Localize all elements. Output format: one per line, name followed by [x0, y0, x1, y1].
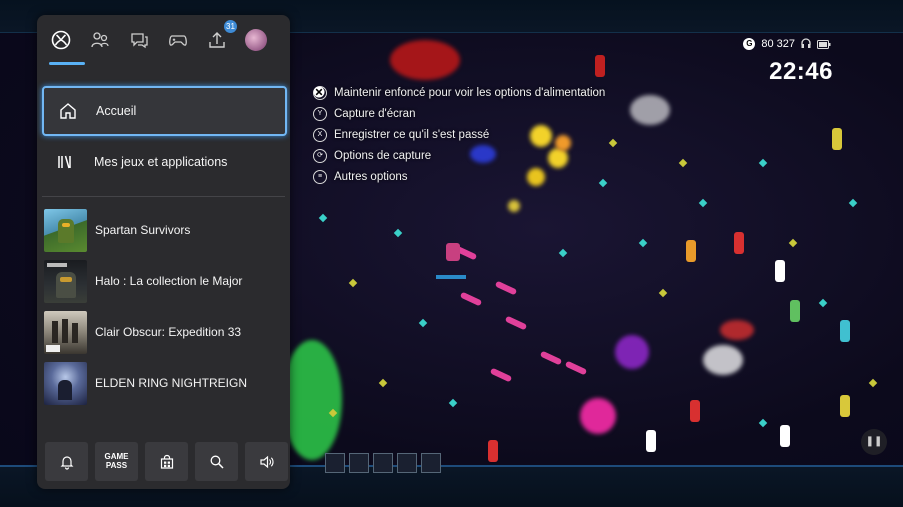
gamerscore: 80 327	[761, 38, 795, 50]
game-title: ELDEN RING NIGHTREIGN	[95, 376, 248, 390]
pause-button[interactable]: ❚❚	[861, 429, 887, 455]
notification-badge: 31	[224, 20, 237, 33]
status-area: G 80 327	[743, 38, 831, 50]
divider	[42, 196, 285, 197]
upload-icon	[209, 32, 225, 48]
capture-option-more[interactable]: ≡ Autres options	[313, 166, 605, 187]
capture-option-settings[interactable]: ⟳ Options de capture	[313, 145, 605, 166]
game-thumbnail	[44, 208, 87, 252]
search-icon	[210, 455, 224, 469]
y-button-icon: Y	[313, 106, 327, 121]
game-title: Spartan Survivors	[95, 223, 191, 237]
store-icon	[160, 454, 173, 469]
game-pass-button[interactable]: GAME PASS	[95, 442, 138, 481]
capture-option-screenshot[interactable]: Y Capture d'écran	[313, 103, 605, 124]
tab-profile[interactable]	[244, 28, 268, 52]
tab-xbox-home[interactable]	[49, 28, 73, 52]
nav-home[interactable]: Accueil	[42, 86, 287, 136]
recent-game-elden-ring-nightreign[interactable]: ELDEN RING NIGHTREIGN	[44, 361, 284, 405]
game-pass-label-line2: PASS	[105, 461, 128, 470]
gamerscore-icon: G	[743, 38, 756, 50]
speaker-icon	[259, 455, 273, 468]
capture-option-label: Enregistrer ce qu'il s'est passé	[334, 128, 490, 141]
search-button[interactable]	[195, 442, 238, 481]
capture-menu: Maintenir enfoncé pour voir les options …	[313, 82, 605, 187]
library-icon	[58, 155, 71, 169]
xbox-icon	[313, 85, 327, 100]
store-button[interactable]	[145, 442, 188, 481]
share-icon: ⟳	[313, 148, 327, 163]
nav-label: Mes jeux et applications	[94, 155, 228, 169]
capture-option-label: Maintenir enfoncé pour voir les options …	[334, 86, 606, 99]
capture-option-label: Options de capture	[334, 149, 432, 162]
controller-icon	[169, 35, 187, 46]
audio-button[interactable]	[245, 442, 288, 481]
tab-controller[interactable]	[166, 28, 190, 52]
notifications-button[interactable]	[45, 442, 88, 481]
weapon-slots	[325, 453, 441, 473]
chat-icon	[131, 33, 148, 49]
nav-my-games[interactable]: Mes jeux et applications	[42, 138, 285, 186]
game-title: Halo : La collection le Major	[95, 274, 243, 288]
bell-icon	[60, 455, 73, 470]
tab-people[interactable]	[88, 28, 112, 52]
guide-tab-bar: 31	[37, 15, 290, 65]
game-thumbnail	[44, 310, 87, 354]
active-tab-indicator	[49, 62, 85, 65]
avatar	[245, 29, 267, 51]
xbox-guide-panel: 31 Accueil Mes jeux et applications Spar…	[37, 15, 290, 489]
clock: 22:46	[769, 58, 833, 85]
people-icon	[91, 32, 109, 48]
recent-game-halo-mcc[interactable]: Halo : La collection le Major	[44, 259, 284, 303]
player-character	[446, 243, 460, 261]
game-pass-logo: GAME PASS	[105, 453, 129, 470]
game-pass-label-line1: GAME	[104, 452, 129, 461]
menu-icon: ≡	[313, 169, 327, 184]
xbox-icon	[51, 30, 71, 50]
nav-label: Accueil	[96, 104, 137, 118]
x-button-icon: X	[313, 127, 327, 142]
tab-messages[interactable]	[127, 28, 151, 52]
battery-icon	[817, 39, 831, 49]
headset-icon	[801, 38, 811, 48]
capture-option-power[interactable]: Maintenir enfoncé pour voir les options …	[313, 82, 605, 103]
recent-game-spartan-survivors[interactable]: Spartan Survivors	[44, 208, 284, 252]
recent-game-clair-obscur[interactable]: Clair Obscur: Expedition 33	[44, 310, 284, 354]
home-icon	[60, 103, 76, 119]
game-title: Clair Obscur: Expedition 33	[95, 325, 242, 339]
game-thumbnail	[44, 361, 87, 405]
capture-option-label: Autres options	[334, 170, 408, 183]
tab-uploads[interactable]: 31	[205, 20, 237, 52]
capture-option-label: Capture d'écran	[334, 107, 416, 120]
player-health-bar	[436, 275, 466, 279]
game-thumbnail	[44, 259, 87, 303]
capture-option-record[interactable]: X Enregistrer ce qu'il s'est passé	[313, 124, 605, 145]
quick-actions-bar: GAME PASS	[45, 442, 288, 481]
